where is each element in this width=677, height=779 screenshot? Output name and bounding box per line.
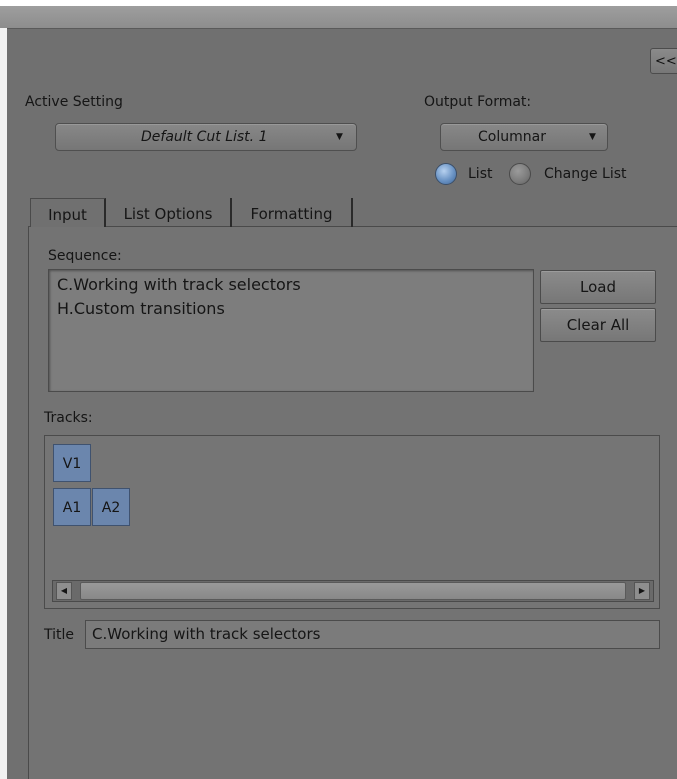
tab-formatting[interactable]: Formatting <box>232 198 353 227</box>
scroll-left-arrow-icon[interactable]: ◀ <box>56 582 72 600</box>
chevron-down-icon: ▼ <box>336 132 343 142</box>
track-v1-button[interactable]: V1 <box>53 444 91 482</box>
window-left-edge <box>0 28 7 779</box>
scroll-right-arrow-icon[interactable]: ▶ <box>634 582 650 600</box>
list-item[interactable]: H.Custom transitions <box>57 299 225 318</box>
track-a2-button[interactable]: A2 <box>92 488 130 526</box>
sequence-label: Sequence: <box>48 248 122 264</box>
collapse-button[interactable]: << <box>650 48 677 74</box>
list-radio-label: List <box>468 166 493 182</box>
sequence-list[interactable]: C.Working with track selectors H.Custom … <box>48 269 534 392</box>
track-a1-button[interactable]: A1 <box>53 488 91 526</box>
output-format-value: Columnar <box>478 129 546 145</box>
title-bar <box>0 6 677 29</box>
list-radio[interactable] <box>435 163 457 185</box>
clear-all-button[interactable]: Clear All <box>540 308 656 342</box>
active-setting-value: Default Cut List. 1 <box>141 129 268 145</box>
change-list-radio[interactable] <box>509 163 531 185</box>
list-item[interactable]: C.Working with track selectors <box>57 275 301 294</box>
change-list-radio-label: Change List <box>544 166 627 182</box>
output-format-label: Output Format: <box>424 94 532 110</box>
title-input[interactable]: C.Working with track selectors <box>85 620 660 649</box>
title-label: Title <box>44 627 75 643</box>
output-format-dropdown[interactable]: Columnar ▼ <box>440 123 608 151</box>
tab-list-options[interactable]: List Options <box>106 198 232 227</box>
tracks-horizontal-scrollbar[interactable]: ◀ ▶ <box>52 580 654 602</box>
load-button[interactable]: Load <box>540 270 656 304</box>
chevron-down-icon: ▼ <box>589 132 596 142</box>
tab-input[interactable]: Input <box>30 198 106 227</box>
tracks-label: Tracks: <box>44 410 93 426</box>
active-setting-dropdown[interactable]: Default Cut List. 1 ▼ <box>55 123 357 151</box>
active-setting-label: Active Setting <box>25 94 123 110</box>
scrollbar-thumb[interactable] <box>80 582 626 600</box>
